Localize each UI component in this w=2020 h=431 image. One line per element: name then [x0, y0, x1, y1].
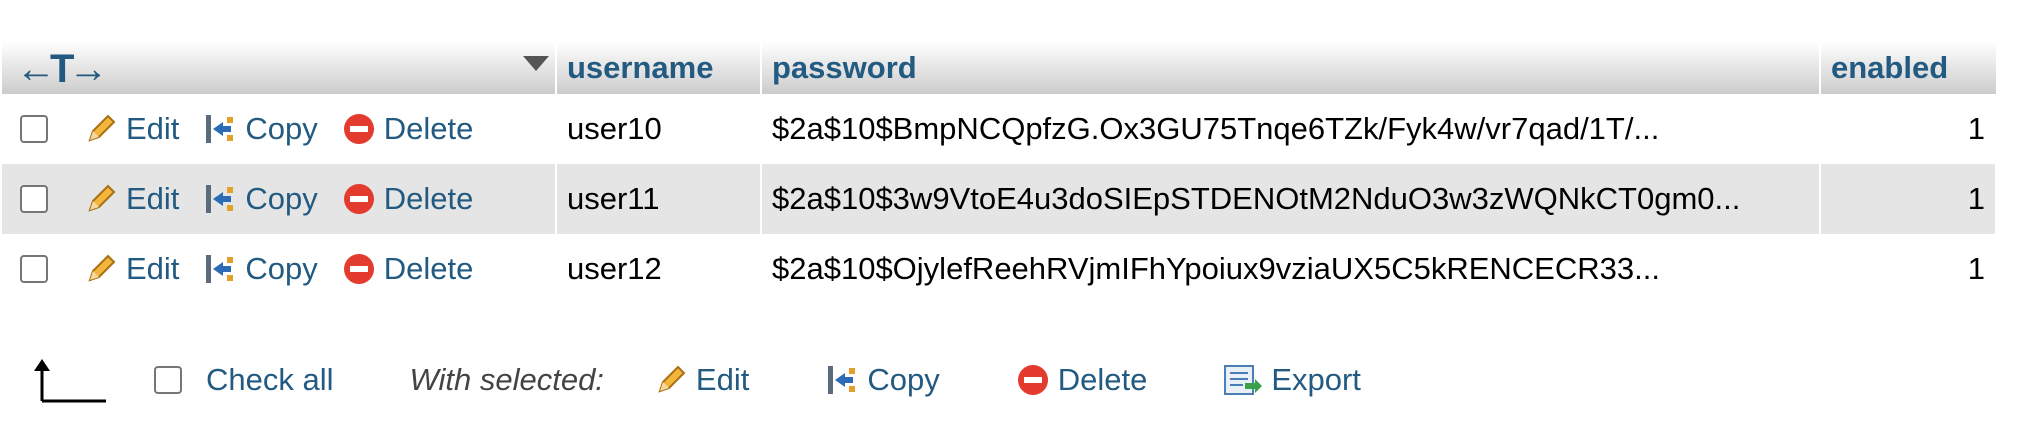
- delete-icon: [343, 184, 374, 214]
- results-panel: ←T→ username password enabled Edit Copy …: [0, 0, 2020, 431]
- header-row: ←T→ username password enabled: [2, 41, 1996, 94]
- cell-enabled: 1: [1820, 94, 1996, 164]
- row-checkbox[interactable]: [20, 255, 48, 283]
- delete-icon: [343, 254, 374, 284]
- row-checkbox[interactable]: [20, 185, 48, 213]
- edit-label: Edit: [126, 111, 180, 146]
- column-resize-arrows[interactable]: ←T→: [16, 47, 108, 92]
- delete-label: Delete: [383, 181, 474, 216]
- with-selected-label: With selected:: [409, 362, 604, 397]
- pencil-icon: [88, 254, 116, 282]
- export-icon: [1224, 365, 1263, 395]
- bulk-delete-button[interactable]: Delete: [1016, 362, 1148, 398]
- table-row: Edit Copy Delete user11 $2a$10$3w9VtoE4u…: [2, 164, 1996, 234]
- column-header-password[interactable]: password: [761, 41, 1821, 94]
- delete-label: Delete: [383, 251, 474, 286]
- copy-icon: [206, 185, 234, 213]
- copy-label: Copy: [245, 181, 318, 216]
- bulk-export-button[interactable]: Export: [1223, 362, 1361, 398]
- copy-icon: [828, 366, 856, 394]
- cell-username: user10: [556, 94, 761, 164]
- bulk-edit-button[interactable]: Edit: [654, 362, 749, 398]
- bulk-delete-label: Delete: [1057, 362, 1148, 397]
- bulk-actions-bar: Check all With selected: Edit Copy Delet…: [32, 355, 1361, 405]
- edit-label: Edit: [126, 251, 180, 286]
- cell-username: user11: [556, 164, 761, 234]
- cell-password: $2a$10$3w9VtoE4u3doSIEpSTDENOtM2NduO3w3z…: [761, 164, 1820, 234]
- bulk-copy-button[interactable]: Copy: [825, 362, 940, 398]
- edit-label: Edit: [126, 181, 180, 216]
- copy-label: Copy: [245, 111, 318, 146]
- cell-username: user12: [556, 234, 761, 304]
- bulk-export-label: Export: [1271, 362, 1361, 397]
- copy-row-button[interactable]: Copy: [203, 251, 318, 287]
- delete-label: Delete: [383, 111, 474, 146]
- column-header-username[interactable]: username: [556, 41, 762, 94]
- cell-enabled: 1: [1820, 164, 1996, 234]
- copy-row-button[interactable]: Copy: [203, 111, 318, 147]
- column-header-enabled[interactable]: enabled: [1820, 41, 1996, 94]
- cell-password: $2a$10$OjylefReehRVjmIFhYpoiux9vziaUX5C5…: [761, 234, 1820, 304]
- check-all-label[interactable]: Check all: [206, 362, 334, 398]
- pencil-icon: [88, 114, 116, 142]
- table-row: Edit Copy Delete user10 $2a$10$BmpNCQpfz…: [2, 94, 1996, 164]
- delete-row-button[interactable]: Delete: [342, 111, 474, 147]
- delete-icon: [343, 114, 374, 144]
- table-row: Edit Copy Delete user12 $2a$10$OjylefRee…: [2, 234, 1996, 304]
- pencil-icon: [658, 365, 686, 393]
- return-arrow-icon: [34, 359, 106, 403]
- delete-icon: [1017, 365, 1048, 395]
- copy-icon: [206, 115, 234, 143]
- controls-header: ←T→: [2, 41, 557, 94]
- copy-label: Copy: [245, 251, 318, 286]
- bulk-copy-label: Copy: [867, 362, 940, 397]
- delete-row-button[interactable]: Delete: [342, 251, 474, 287]
- sort-caret-icon[interactable]: [523, 56, 549, 71]
- pencil-icon: [88, 184, 116, 212]
- edit-row-button[interactable]: Edit: [84, 181, 179, 217]
- delete-row-button[interactable]: Delete: [342, 181, 474, 217]
- bulk-edit-label: Edit: [695, 362, 750, 397]
- copy-icon: [206, 255, 234, 283]
- check-all-checkbox[interactable]: [154, 366, 182, 394]
- cell-enabled: 1: [1820, 234, 1996, 304]
- edit-row-button[interactable]: Edit: [84, 251, 179, 287]
- results-table: ←T→ username password enabled Edit Copy …: [2, 41, 1997, 304]
- row-checkbox[interactable]: [20, 115, 48, 143]
- copy-row-button[interactable]: Copy: [203, 181, 318, 217]
- cell-password: $2a$10$BmpNCQpfzG.Ox3GU75Tnqe6TZk/Fyk4w/…: [761, 94, 1820, 164]
- edit-row-button[interactable]: Edit: [84, 111, 179, 147]
